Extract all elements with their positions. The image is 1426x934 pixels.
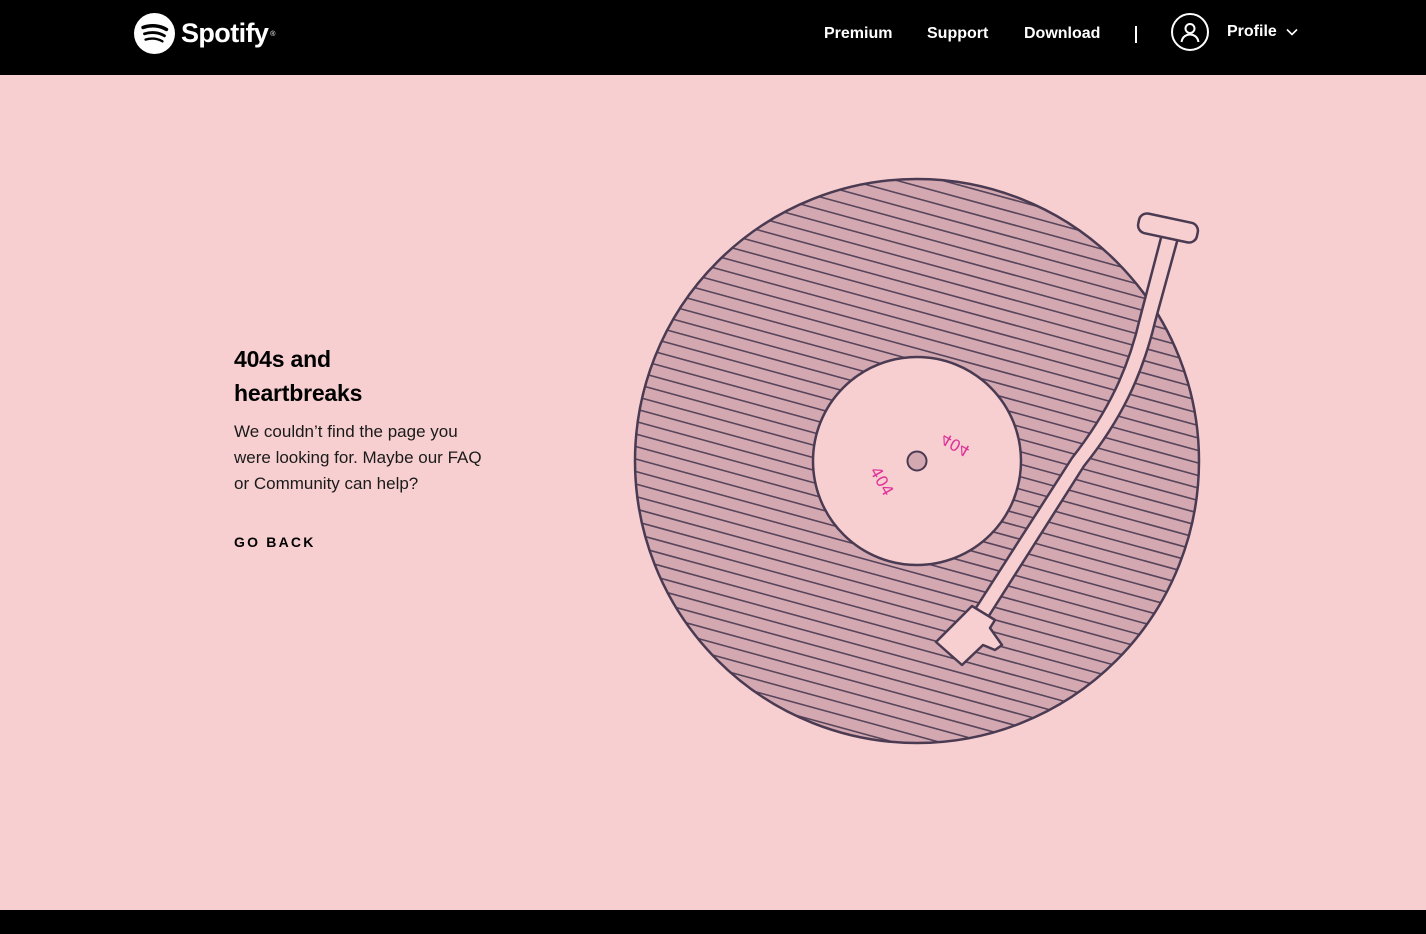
main-nav: Premium Support Download Profile	[0, 0, 1426, 75]
turntable-illustration: 404 404	[633, 177, 1201, 745]
page-title: 404s and heartbreaks	[234, 342, 494, 410]
description-text: We couldn’t find the page you were looki…	[234, 422, 458, 467]
go-back-link[interactable]: GO BACK	[234, 534, 316, 550]
top-navigation-bar: Spotify ® Premium Support Download Profi…	[0, 0, 1426, 75]
bottom-bar	[0, 910, 1426, 934]
nav-premium-link[interactable]: Premium	[824, 25, 892, 43]
chevron-down-icon	[1286, 28, 1298, 36]
title-line-1: 404s and	[234, 346, 331, 372]
profile-label: Profile	[1227, 23, 1277, 40]
description-end: can help?	[339, 474, 419, 493]
profile-menu-button[interactable]: Profile	[1171, 13, 1298, 51]
community-link[interactable]: Community	[254, 474, 340, 493]
nav-download-link[interactable]: Download	[1024, 25, 1100, 43]
error-description: We couldn’t find the page you were looki…	[234, 419, 494, 497]
description-conjunction: or	[234, 474, 254, 493]
faq-link[interactable]: FAQ	[448, 448, 482, 467]
nav-divider	[1135, 26, 1137, 43]
error-message-section: 404s and heartbreaks We couldn’t find th…	[234, 342, 494, 552]
spindle	[906, 450, 928, 472]
tonearm-counterweight	[1136, 212, 1200, 244]
nav-support-link[interactable]: Support	[927, 25, 988, 43]
title-line-2: heartbreaks	[234, 380, 363, 406]
user-avatar-icon	[1171, 13, 1209, 51]
